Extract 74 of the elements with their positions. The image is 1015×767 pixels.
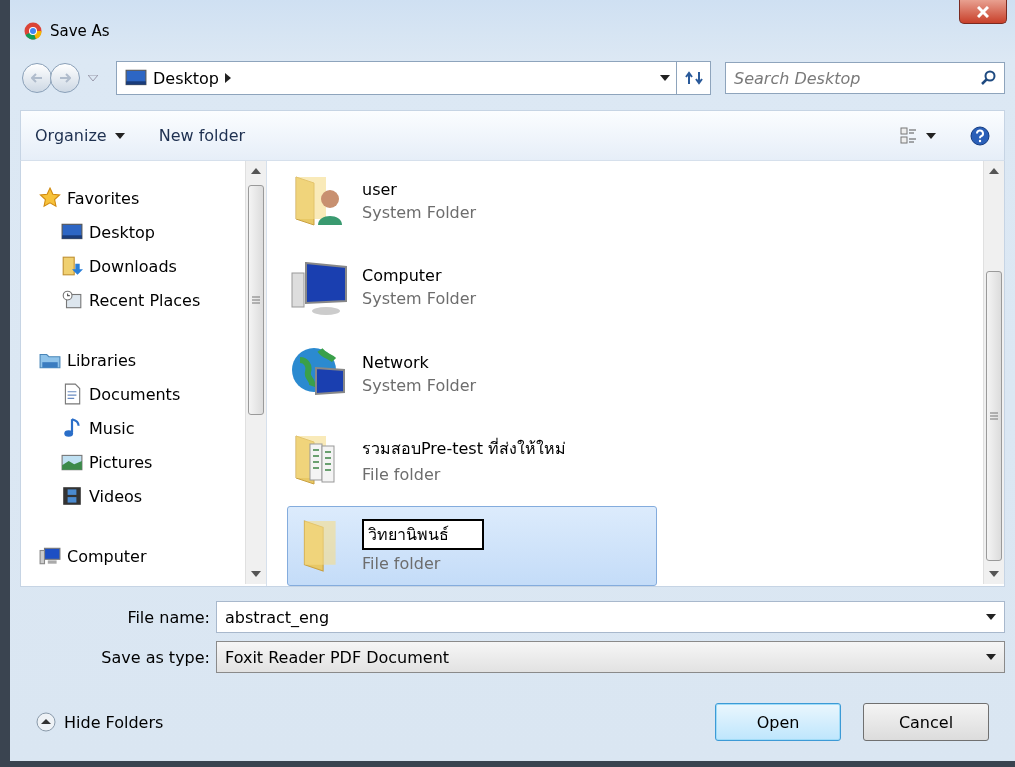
view-list-icon [900, 126, 918, 145]
sidebar-item[interactable]: Videos [39, 479, 245, 513]
save-type-dropdown[interactable]: Foxit Reader PDF Document [216, 641, 1005, 673]
search-field[interactable]: Search Desktop [725, 62, 1005, 94]
scroll-thumb[interactable] [248, 185, 264, 415]
address-path[interactable]: Desktop [153, 68, 219, 88]
scroll-up-icon [251, 168, 261, 174]
sidebar-item[interactable]: Pictures [39, 445, 245, 479]
caret-icon [114, 132, 125, 139]
back-arrow-icon [31, 73, 43, 83]
file-item[interactable]: Network System Folder [287, 333, 657, 414]
scroll-down-icon [989, 571, 999, 577]
recent-places-icon [61, 289, 83, 311]
scroll-down-icon [251, 571, 261, 577]
file-item[interactable]: รวมสอบPre-test ที่ส่งให้ใหม่ File folder [287, 419, 657, 500]
file-type: File folder [362, 464, 442, 484]
caret-icon [926, 132, 936, 139]
file-type: System Folder [362, 289, 477, 309]
refresh-arrows-icon [684, 71, 703, 85]
dropdown-caret-icon [660, 75, 670, 81]
file-item[interactable]: user System Folder [287, 161, 657, 242]
address-bar[interactable]: Desktop [116, 61, 711, 95]
grip-icon [252, 296, 260, 304]
vertical-scrollbar[interactable] [245, 161, 266, 584]
sidebar-item[interactable]: Documents [39, 377, 245, 411]
grip-icon [990, 412, 998, 420]
scroll-thumb[interactable] [986, 271, 1002, 561]
sidebar-item[interactable]: Desktop [39, 215, 245, 249]
back-button[interactable] [22, 63, 52, 93]
file-name-label: File name: [126, 607, 210, 627]
file-name: Network [362, 352, 430, 372]
file-name-field[interactable]: abstract_eng [216, 601, 1005, 633]
collapse-icon [36, 712, 56, 732]
scroll-up-icon [989, 168, 999, 174]
chevron-icon [225, 73, 231, 83]
file-name: รวมสอบPre-test ที่ส่งให้ใหม่ [362, 437, 567, 460]
file-type: System Folder [362, 375, 477, 395]
dialog-button[interactable]: Cancel [863, 703, 989, 741]
app-logo-icon [24, 22, 42, 40]
organize-menu-button[interactable]: Organize [35, 122, 125, 149]
file-name: Computer [362, 266, 443, 286]
caret-icon [986, 654, 996, 660]
save-type-label: Save as type: [100, 647, 210, 667]
close-icon [977, 5, 989, 18]
computer-icon [39, 545, 61, 567]
download-folder-icon [61, 255, 83, 277]
vertical-scrollbar[interactable] [983, 161, 1004, 584]
sidebar-group[interactable]: Favorites [39, 181, 245, 215]
file-item[interactable]: Computer System Folder [287, 247, 657, 328]
file-type: System Folder [362, 203, 477, 223]
search-icon [981, 70, 997, 86]
hide-folders-button[interactable]: Hide Folders [36, 712, 164, 732]
file-name: user [362, 180, 398, 200]
film-icon [61, 485, 83, 507]
caret-icon [986, 614, 996, 620]
music-note-icon [61, 417, 83, 439]
sidebar-item[interactable]: Music [39, 411, 245, 445]
forward-arrow-icon [59, 73, 71, 83]
sidebar-group[interactable]: Computer [39, 539, 245, 573]
recent-pages-caret-icon [88, 75, 98, 81]
star-icon [39, 187, 61, 209]
dialog-button[interactable]: Open [715, 703, 841, 741]
new-folder-button[interactable]: New folder [158, 122, 246, 149]
file-item[interactable]: วิทยานิพนธ์ File folder [287, 505, 657, 586]
window-title: Save As [50, 22, 110, 40]
rename-field[interactable]: วิทยานิพนธ์ [362, 518, 484, 550]
file-type: File folder [362, 553, 442, 573]
sidebar-item[interactable]: Recent Places [39, 283, 245, 317]
sidebar-group[interactable]: Libraries [39, 343, 245, 377]
close-button[interactable] [959, 0, 1007, 24]
folder-icon [303, 519, 337, 572]
forward-button[interactable] [50, 63, 80, 93]
help-icon [970, 125, 990, 146]
sidebar-item[interactable]: Downloads [39, 249, 245, 283]
